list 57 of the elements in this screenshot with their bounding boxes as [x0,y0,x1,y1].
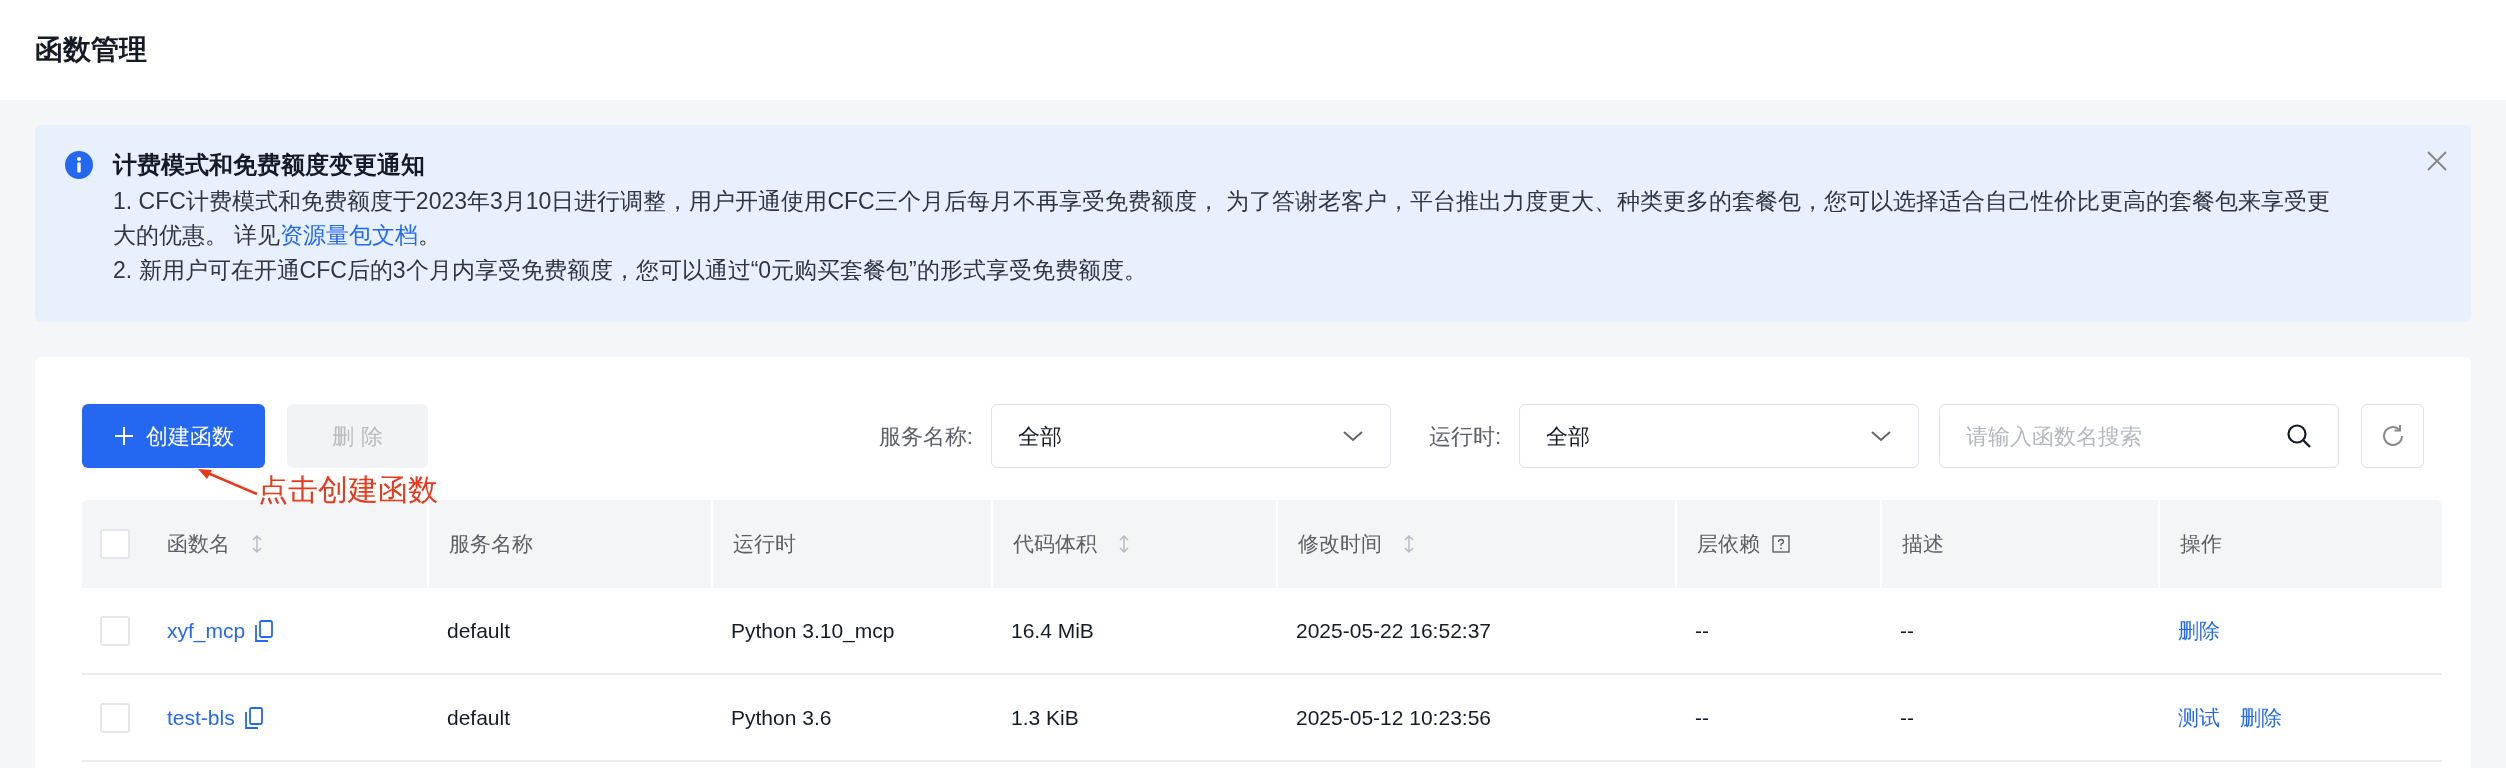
filter-label: 运行时: [1428,422,1501,451]
docs-link[interactable]: 资源量包文档 [280,222,419,248]
page-title: 函数管理 [35,33,147,67]
search-icon[interactable] [2286,423,2312,449]
plus-icon [113,426,134,446]
action-link[interactable]: 测试 [2178,701,2220,734]
select-value: 全部 [1017,422,1062,451]
table-cell-text: -- [1900,704,1914,731]
column-header: 代码体积 [1013,531,1097,558]
function-name-link[interactable]: xyf_mcp [167,614,246,647]
column-header: 描述 [1902,531,1944,558]
table-cell-text: 2025-05-22 16:52:37 [1296,617,1491,644]
refresh-button[interactable] [2361,404,2424,468]
caret-icon [1870,429,1892,443]
caret-icon [1341,429,1364,443]
table-cell-text: default [447,704,511,731]
close-icon[interactable] [2425,149,2449,173]
table-cell-text: -- [1695,704,1709,731]
column-header: 服务名称 [449,531,533,558]
checkbox[interactable] [100,529,130,559]
action-link[interactable]: 删除 [2240,701,2282,734]
select-value: 全部 [1546,422,1590,451]
sort-icon[interactable] [1402,533,1416,555]
search-input[interactable]: 请输入函数名搜索 [1966,419,2286,453]
help-icon[interactable] [1772,535,1790,553]
create-function-button[interactable]: 创建函数 [82,404,265,468]
action-link[interactable]: 删除 [2178,614,2220,647]
notice-text: 2. 新用户可在开通CFC后的3个月内享受免费额度，您可以通过“0元购买套餐包”的形式享受免费额度。 [113,256,1148,285]
copy-icon[interactable] [255,619,274,642]
filter-select[interactable]: 全部 [1519,404,1919,468]
annotation-text: 点击创建函数 [258,475,438,505]
table-cell-text: default [447,617,511,644]
function-name-link[interactable]: test-bls [167,701,235,734]
table-cell-text: 1.3 KiB [1011,704,1079,731]
column-header: 修改时间 [1298,531,1382,558]
annotation-arrow [195,467,260,497]
filter-select[interactable]: 全部 [990,404,1391,468]
column-header: 层依赖 [1697,531,1760,558]
column-header: 操作 [2180,531,2222,558]
search-field[interactable]: 请输入函数名搜索 [1939,404,2339,468]
notice-text: 1. CFC计费模式和免费额度于2023年3月10日进行调整，用户开通使用CFC三个月后每月不再享受免费额度， 为了答谢老客户，平台推出力度更大、种类更多的套餐包，您可以选择适合自己性价比更高的套餐包来享受更大的优惠。 详见资源量包文档。 [113,187,2331,250]
sort-icon[interactable] [1117,533,1131,555]
copy-icon[interactable] [244,706,263,729]
sort-icon[interactable] [250,533,264,555]
table-cell-text: -- [1900,617,1914,644]
column-header: 运行时 [733,531,796,558]
table-cell-text: Python 3.10_mcp [731,617,895,645]
info-icon [65,151,93,179]
column-header: 函数名 [167,531,230,558]
checkbox[interactable] [100,615,130,646]
table-cell-text: 2025-05-12 10:23:56 [1296,704,1491,731]
table-cell-text: 16.4 MiB [1011,617,1094,644]
checkbox[interactable] [100,702,130,733]
table-cell-text: -- [1695,617,1709,644]
notice-title: 计费模式和免费额度变更通知 [113,150,426,180]
filter-label: 服务名称: [878,422,973,451]
table-cell-text: Python 3.6 [731,704,832,731]
